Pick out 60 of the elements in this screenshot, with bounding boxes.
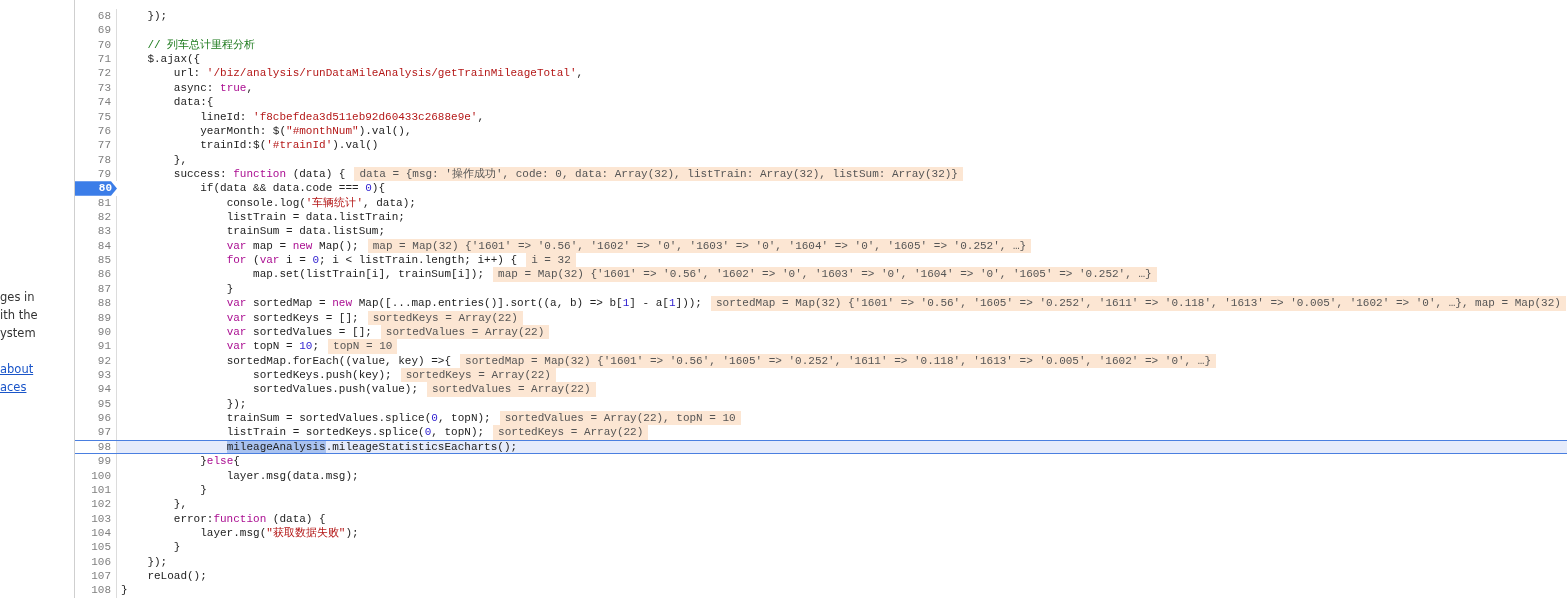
inline-value: map = Map(32) {'1601' => '0.56', '1602' => '0', '1603' => '0', '1604' => '0', '1605' => '0.252', …} <box>493 267 1157 282</box>
sidebar-text: ges in <box>0 289 36 306</box>
code-line: success: function (data) { <box>173 166 346 182</box>
code-line: var sortedValues = []; <box>226 324 372 340</box>
code-line: listTrain = data.listTrain; <box>226 210 405 225</box>
code-line: console.log('车辆统计', data); <box>226 195 416 211</box>
code-line: }); <box>226 396 247 412</box>
code-line: layer.msg("获取数据失败"); <box>200 525 359 541</box>
code-line: yearMonth: $("#monthNum").val(), <box>200 123 412 139</box>
code-line: } <box>173 540 181 555</box>
code-line: } <box>226 281 234 297</box>
breakpoint-marker[interactable]: 80 <box>75 181 117 196</box>
code-line: var topN = 10; <box>226 339 320 354</box>
code-line: var sortedMap = new Map([...map.entries()].sort((a, b) => b[1] - a[1])); <box>226 296 702 311</box>
sidebar-text: ith the <box>0 307 39 324</box>
code-line: for (var i = 0; i < listTrain.length; i++) { <box>226 253 518 268</box>
inline-value: sortedMap = Map(32) {'1601' => '0.56', '1605' => '0.252', '1611' => '0.118', '1613' => '0.005', '1602' => '0', …} <box>460 353 1216 368</box>
sidebar-text: ystem <box>0 325 37 342</box>
code-line: sortedValues.push(value); <box>253 382 419 397</box>
code-line: .mileageStatisticsEacharts(); <box>325 440 518 454</box>
selected-text: mileageAnalysis <box>226 440 326 454</box>
code-line: } <box>200 482 207 498</box>
code-line: }); <box>147 9 168 24</box>
code-line: error:function (data) { <box>173 511 326 526</box>
code-line: url: '/biz/analysis/runDataMileAnalysis/getTrainMileageTotal', <box>173 66 584 81</box>
code-line: reLoad(); <box>147 569 207 584</box>
code-line: }, <box>173 497 187 512</box>
code-line: trainSum = data.listSum; <box>226 224 386 239</box>
code-line: sortedMap.forEach((value, key) =>{ <box>226 353 452 368</box>
code-line: // 列车总计里程分析 <box>147 37 256 53</box>
code-line: async: true, <box>173 80 254 96</box>
line-number[interactable]: 98 <box>75 440 117 454</box>
code-line: if(data && data.code === 0){ <box>200 181 386 196</box>
code-line: listTrain = sortedKeys.splice(0, topN); <box>226 425 485 440</box>
inline-value: sortedValues = Array(22) <box>427 382 596 397</box>
inline-value: data = {msg: '操作成功', code: 0, data: Array(32), listTrain: Array(32), listSum: Array(32)} <box>354 166 963 182</box>
code-line: lineId: 'f8cbefdea3d511eb92d60433c2688e9e', <box>200 109 485 124</box>
code-line: }, <box>173 152 187 167</box>
code-line: layer.msg(data.msg); <box>226 468 359 483</box>
code-line: trainSum = sortedValues.splice(0, topN); <box>226 411 491 426</box>
inline-value: sortedKeys = Array(22) <box>493 425 649 440</box>
code-line: var map = new Map(); <box>226 238 359 254</box>
inline-value: topN = 10 <box>328 339 398 354</box>
sidebar-link[interactable]: aces <box>0 378 74 396</box>
inline-value: sortedValues = Array(22), topN = 10 <box>499 411 741 426</box>
code-line: data:{ <box>173 95 214 110</box>
inline-value: sortedKeys = Array(22) <box>400 368 556 383</box>
inline-value: i = 32 <box>526 253 576 268</box>
code-line: }); <box>147 554 168 569</box>
code-line: sortedKeys.push(key); <box>253 368 392 383</box>
code-line: map.set(listTrain[i], trainSum[i]); <box>253 267 485 282</box>
inline-value: sortedMap = Map(32) {'1601' => '0.56', '1605' => '0.252', '1611' => '0.118', '1613' => '0.005', '1602' => '0', …}, map = Map(32) <box>710 296 1566 311</box>
code-line: $.ajax({ <box>147 52 201 67</box>
inline-value: sortedKeys = Array(22) <box>367 310 523 325</box>
inline-value: map = Map(32) {'1601' => '0.56', '1602' => '0', '1603' => '0', '1604' => '0', '1605' => '0.252', …} <box>367 238 1032 254</box>
code-line: var sortedKeys = []; <box>226 310 359 325</box>
sidebar-link[interactable]: about <box>0 360 74 378</box>
code-line: }else{ <box>200 454 240 469</box>
code-line: trainId:$('#trainId').val() <box>200 138 379 153</box>
code-line: } <box>121 583 128 598</box>
